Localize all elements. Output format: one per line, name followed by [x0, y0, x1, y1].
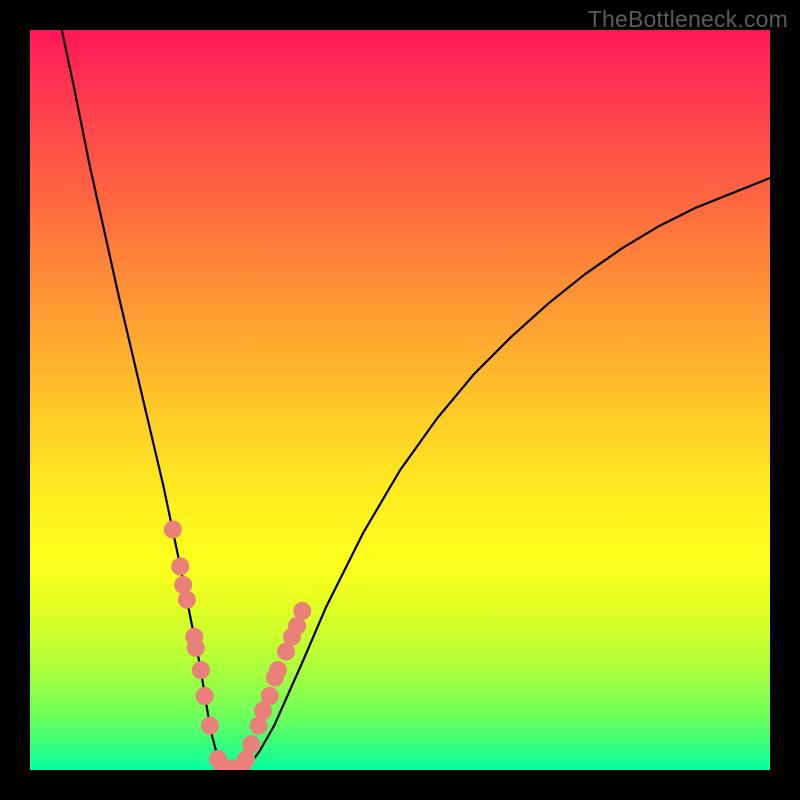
curve-marker — [196, 687, 214, 705]
curve-marker — [192, 661, 210, 679]
curve-marker — [261, 687, 279, 705]
plot-area — [30, 30, 770, 770]
curve-marker — [269, 661, 287, 679]
curve-marker — [178, 591, 196, 609]
curve-marker — [293, 602, 311, 620]
bottleneck-curve-svg — [30, 30, 770, 770]
curve-marker — [171, 558, 189, 576]
chart-frame: TheBottleneck.com — [0, 0, 800, 800]
attribution-text: TheBottleneck.com — [588, 6, 788, 33]
marker-group — [164, 521, 312, 771]
curve-marker — [242, 735, 260, 753]
curve-marker — [164, 521, 182, 539]
bottleneck-curve-path — [62, 30, 770, 770]
curve-marker — [187, 639, 205, 657]
curve-marker — [201, 717, 219, 735]
